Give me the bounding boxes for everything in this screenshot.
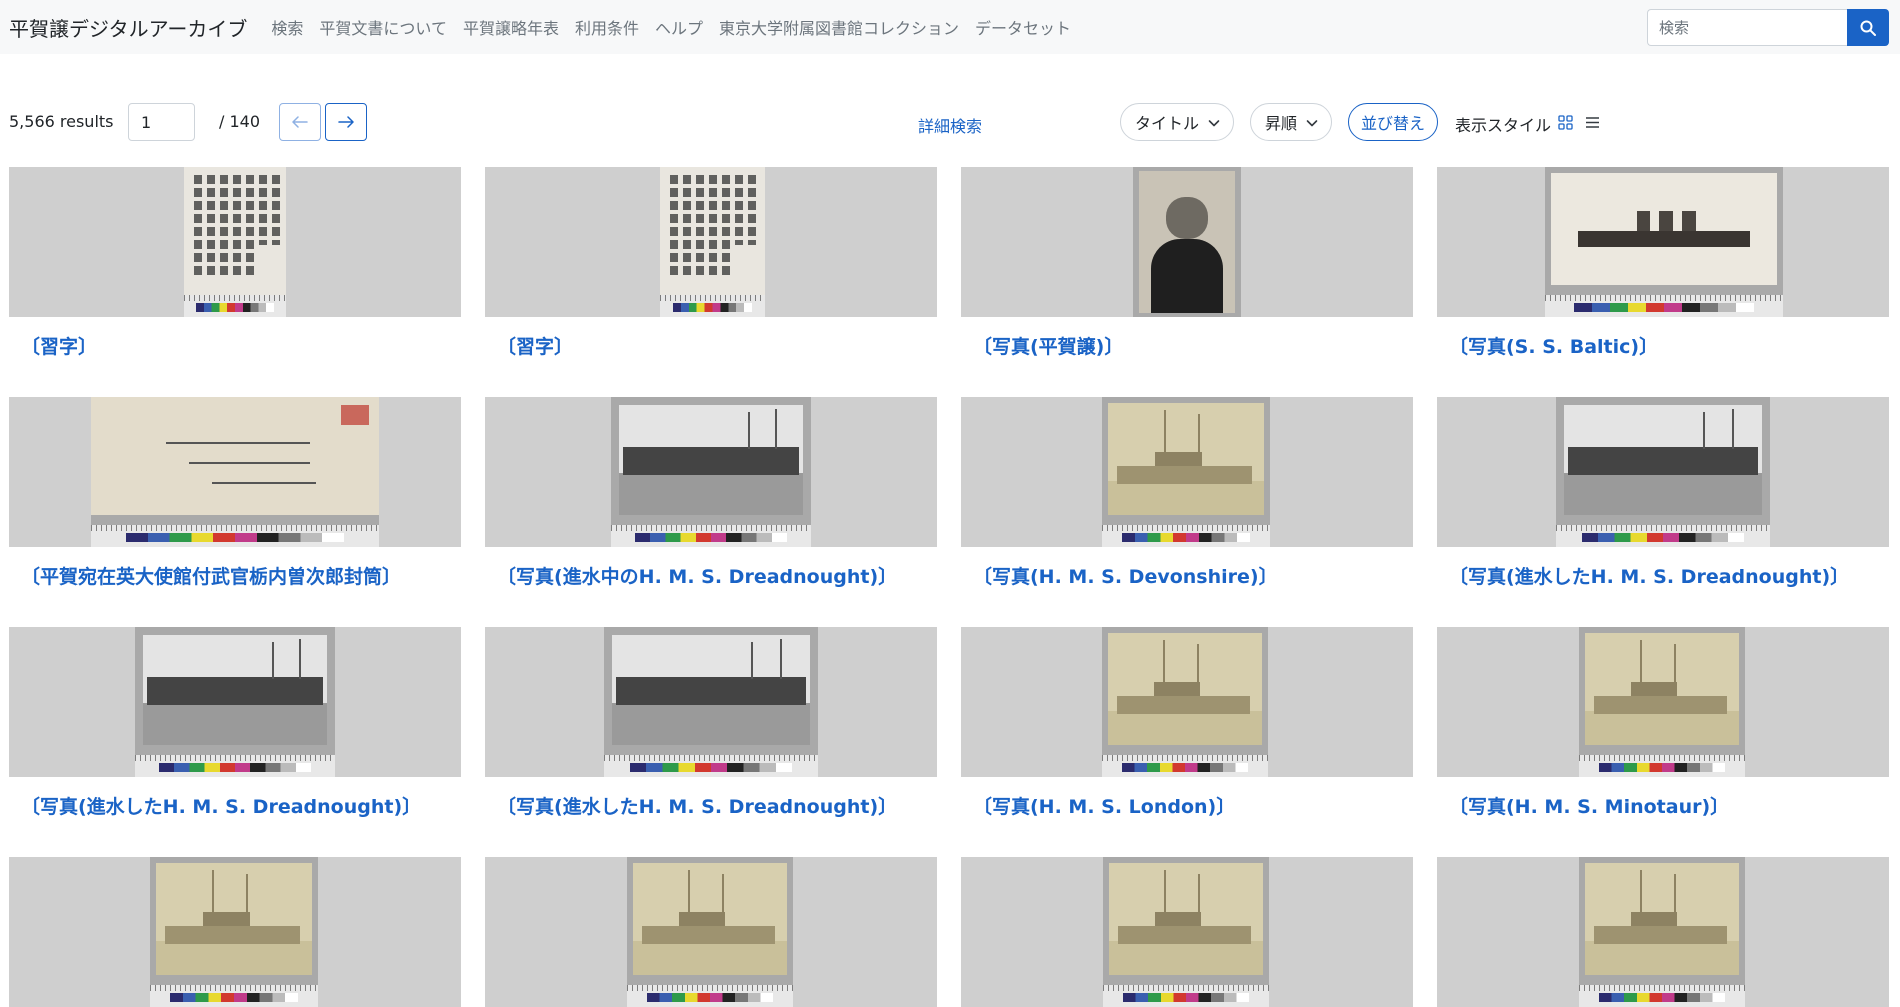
brand-title[interactable]: 平賀譲デジタルアーカイブ bbox=[9, 13, 247, 42]
result-thumbnail[interactable] bbox=[1437, 397, 1889, 547]
nav-link-library-collection[interactable]: 東京大学附属図書館コレクション bbox=[719, 15, 959, 39]
result-card[interactable]: 〔習字〕 bbox=[485, 167, 937, 359]
page-number-input[interactable] bbox=[128, 103, 195, 141]
page-total: / 140 bbox=[219, 112, 261, 131]
thumbnail-image bbox=[1102, 397, 1270, 547]
result-title-link[interactable]: 〔写真(H. M. S. Minotaur)〕 bbox=[1437, 792, 1889, 819]
search-button[interactable] bbox=[1847, 9, 1889, 46]
nav-link-chronology[interactable]: 平賀譲略年表 bbox=[463, 15, 559, 39]
result-card[interactable]: 〔写真(進水したH. M. S. Dreadnought)〕 bbox=[9, 627, 461, 819]
thumbnail-image bbox=[1102, 627, 1268, 777]
sort-button[interactable]: 並び替え bbox=[1348, 103, 1438, 141]
result-card[interactable]: 〔写真(H. M. S. Devonshire)〕 bbox=[961, 397, 1413, 589]
result-card[interactable] bbox=[1437, 857, 1889, 1007]
grid-view-icon[interactable] bbox=[1558, 115, 1573, 130]
thumbnail-image bbox=[627, 857, 793, 1007]
nav-links: 検索 平賀文書について 平賀譲略年表 利用条件 ヘルプ 東京大学附属図書館コレク… bbox=[263, 15, 1079, 39]
result-card[interactable]: 〔写真(S. S. Baltic)〕 bbox=[1437, 167, 1889, 359]
thumbnail-image bbox=[1579, 857, 1745, 1007]
result-card[interactable] bbox=[961, 857, 1413, 1007]
result-title-link[interactable]: 〔写真(平賀譲)〕 bbox=[961, 332, 1413, 359]
result-thumbnail[interactable] bbox=[485, 167, 937, 317]
sort-order-value: 昇順 bbox=[1265, 114, 1298, 133]
thumbnail-image bbox=[91, 397, 379, 547]
result-card[interactable]: 〔写真(進水したH. M. S. Dreadnought)〕 bbox=[1437, 397, 1889, 589]
previous-page-button[interactable] bbox=[279, 103, 321, 141]
advanced-search-link[interactable]: 詳細検索 bbox=[918, 113, 982, 137]
result-card[interactable]: 〔写真(進水中のH. M. S. Dreadnought)〕 bbox=[485, 397, 937, 589]
thumbnail-image bbox=[150, 857, 318, 1007]
navbar: 平賀譲デジタルアーカイブ 検索 平賀文書について 平賀譲略年表 利用条件 ヘルプ… bbox=[0, 0, 1900, 54]
result-thumbnail[interactable] bbox=[961, 167, 1413, 317]
result-card[interactable]: 〔写真(H. M. S. Minotaur)〕 bbox=[1437, 627, 1889, 819]
chevron-down-icon bbox=[1306, 120, 1318, 127]
next-page-button[interactable] bbox=[325, 103, 367, 141]
search-icon bbox=[1860, 20, 1876, 36]
results-count: 5,566 results bbox=[9, 112, 114, 131]
results-toolbar: 5,566 results / 140 詳細検索 タイトル 昇順 並び替え 表示… bbox=[0, 100, 1900, 144]
result-thumbnail[interactable] bbox=[1437, 857, 1889, 1007]
result-thumbnail[interactable] bbox=[9, 857, 461, 1007]
result-thumbnail[interactable] bbox=[9, 397, 461, 547]
result-card[interactable]: 〔写真(進水したH. M. S. Dreadnought)〕 bbox=[485, 627, 937, 819]
sort-order-select[interactable]: 昇順 bbox=[1250, 103, 1332, 141]
result-thumbnail[interactable] bbox=[961, 397, 1413, 547]
result-card[interactable]: 〔写真(H. M. S. London)〕 bbox=[961, 627, 1413, 819]
result-title-link[interactable]: 〔写真(H. M. S. London)〕 bbox=[961, 792, 1413, 819]
chevron-down-icon bbox=[1208, 120, 1220, 127]
result-title-link[interactable]: 〔写真(進水したH. M. S. Dreadnought)〕 bbox=[485, 792, 937, 819]
sort-field-select[interactable]: タイトル bbox=[1120, 103, 1234, 141]
thumbnail-image bbox=[1133, 167, 1241, 317]
result-card[interactable]: 〔平賀宛在英大使館付武官栃内曽次郎封筒〕 bbox=[9, 397, 461, 589]
thumbnail-image bbox=[1579, 627, 1745, 777]
display-style-label: 表示スタイル bbox=[1455, 116, 1552, 135]
thumbnail-image bbox=[604, 627, 818, 777]
nav-link-search[interactable]: 検索 bbox=[271, 15, 303, 39]
result-thumbnail[interactable] bbox=[485, 857, 937, 1007]
arrow-right-icon bbox=[338, 116, 354, 128]
search-box bbox=[1647, 9, 1889, 46]
nav-link-help[interactable]: ヘルプ bbox=[655, 15, 703, 39]
result-thumbnail[interactable] bbox=[485, 627, 937, 777]
result-title-link[interactable]: 〔写真(進水したH. M. S. Dreadnought)〕 bbox=[1437, 562, 1889, 589]
nav-link-terms[interactable]: 利用条件 bbox=[575, 15, 639, 39]
result-card[interactable] bbox=[9, 857, 461, 1007]
result-thumbnail[interactable] bbox=[961, 627, 1413, 777]
thumbnail-image bbox=[611, 397, 811, 547]
result-thumbnail[interactable] bbox=[961, 857, 1413, 1007]
result-card[interactable] bbox=[485, 857, 937, 1007]
result-card[interactable]: 〔写真(平賀譲)〕 bbox=[961, 167, 1413, 359]
result-card[interactable]: 〔習字〕 bbox=[9, 167, 461, 359]
thumbnail-image bbox=[660, 167, 765, 317]
sort-field-value: タイトル bbox=[1135, 114, 1200, 133]
result-thumbnail[interactable] bbox=[485, 397, 937, 547]
result-thumbnail[interactable] bbox=[1437, 167, 1889, 317]
result-title-link[interactable]: 〔写真(進水中のH. M. S. Dreadnought)〕 bbox=[485, 562, 937, 589]
result-thumbnail[interactable] bbox=[1437, 627, 1889, 777]
nav-link-about[interactable]: 平賀文書について bbox=[319, 15, 447, 39]
thumbnail-image bbox=[1556, 397, 1770, 547]
thumbnail-image bbox=[1103, 857, 1269, 1007]
result-title-link[interactable]: 〔写真(S. S. Baltic)〕 bbox=[1437, 332, 1889, 359]
thumbnail-image bbox=[184, 167, 286, 317]
arrow-left-icon bbox=[292, 116, 308, 128]
list-view-icon[interactable] bbox=[1585, 115, 1600, 130]
result-title-link[interactable]: 〔習字〕 bbox=[9, 332, 461, 359]
result-title-link[interactable]: 〔平賀宛在英大使館付武官栃内曽次郎封筒〕 bbox=[9, 562, 461, 589]
thumbnail-image bbox=[1545, 167, 1783, 317]
result-thumbnail[interactable] bbox=[9, 167, 461, 317]
result-title-link[interactable]: 〔習字〕 bbox=[485, 332, 937, 359]
search-input[interactable] bbox=[1647, 9, 1847, 46]
result-thumbnail[interactable] bbox=[9, 627, 461, 777]
nav-link-dataset[interactable]: データセット bbox=[975, 15, 1071, 39]
result-title-link[interactable]: 〔写真(H. M. S. Devonshire)〕 bbox=[961, 562, 1413, 589]
result-title-link[interactable]: 〔写真(進水したH. M. S. Dreadnought)〕 bbox=[9, 792, 461, 819]
thumbnail-image bbox=[135, 627, 335, 777]
